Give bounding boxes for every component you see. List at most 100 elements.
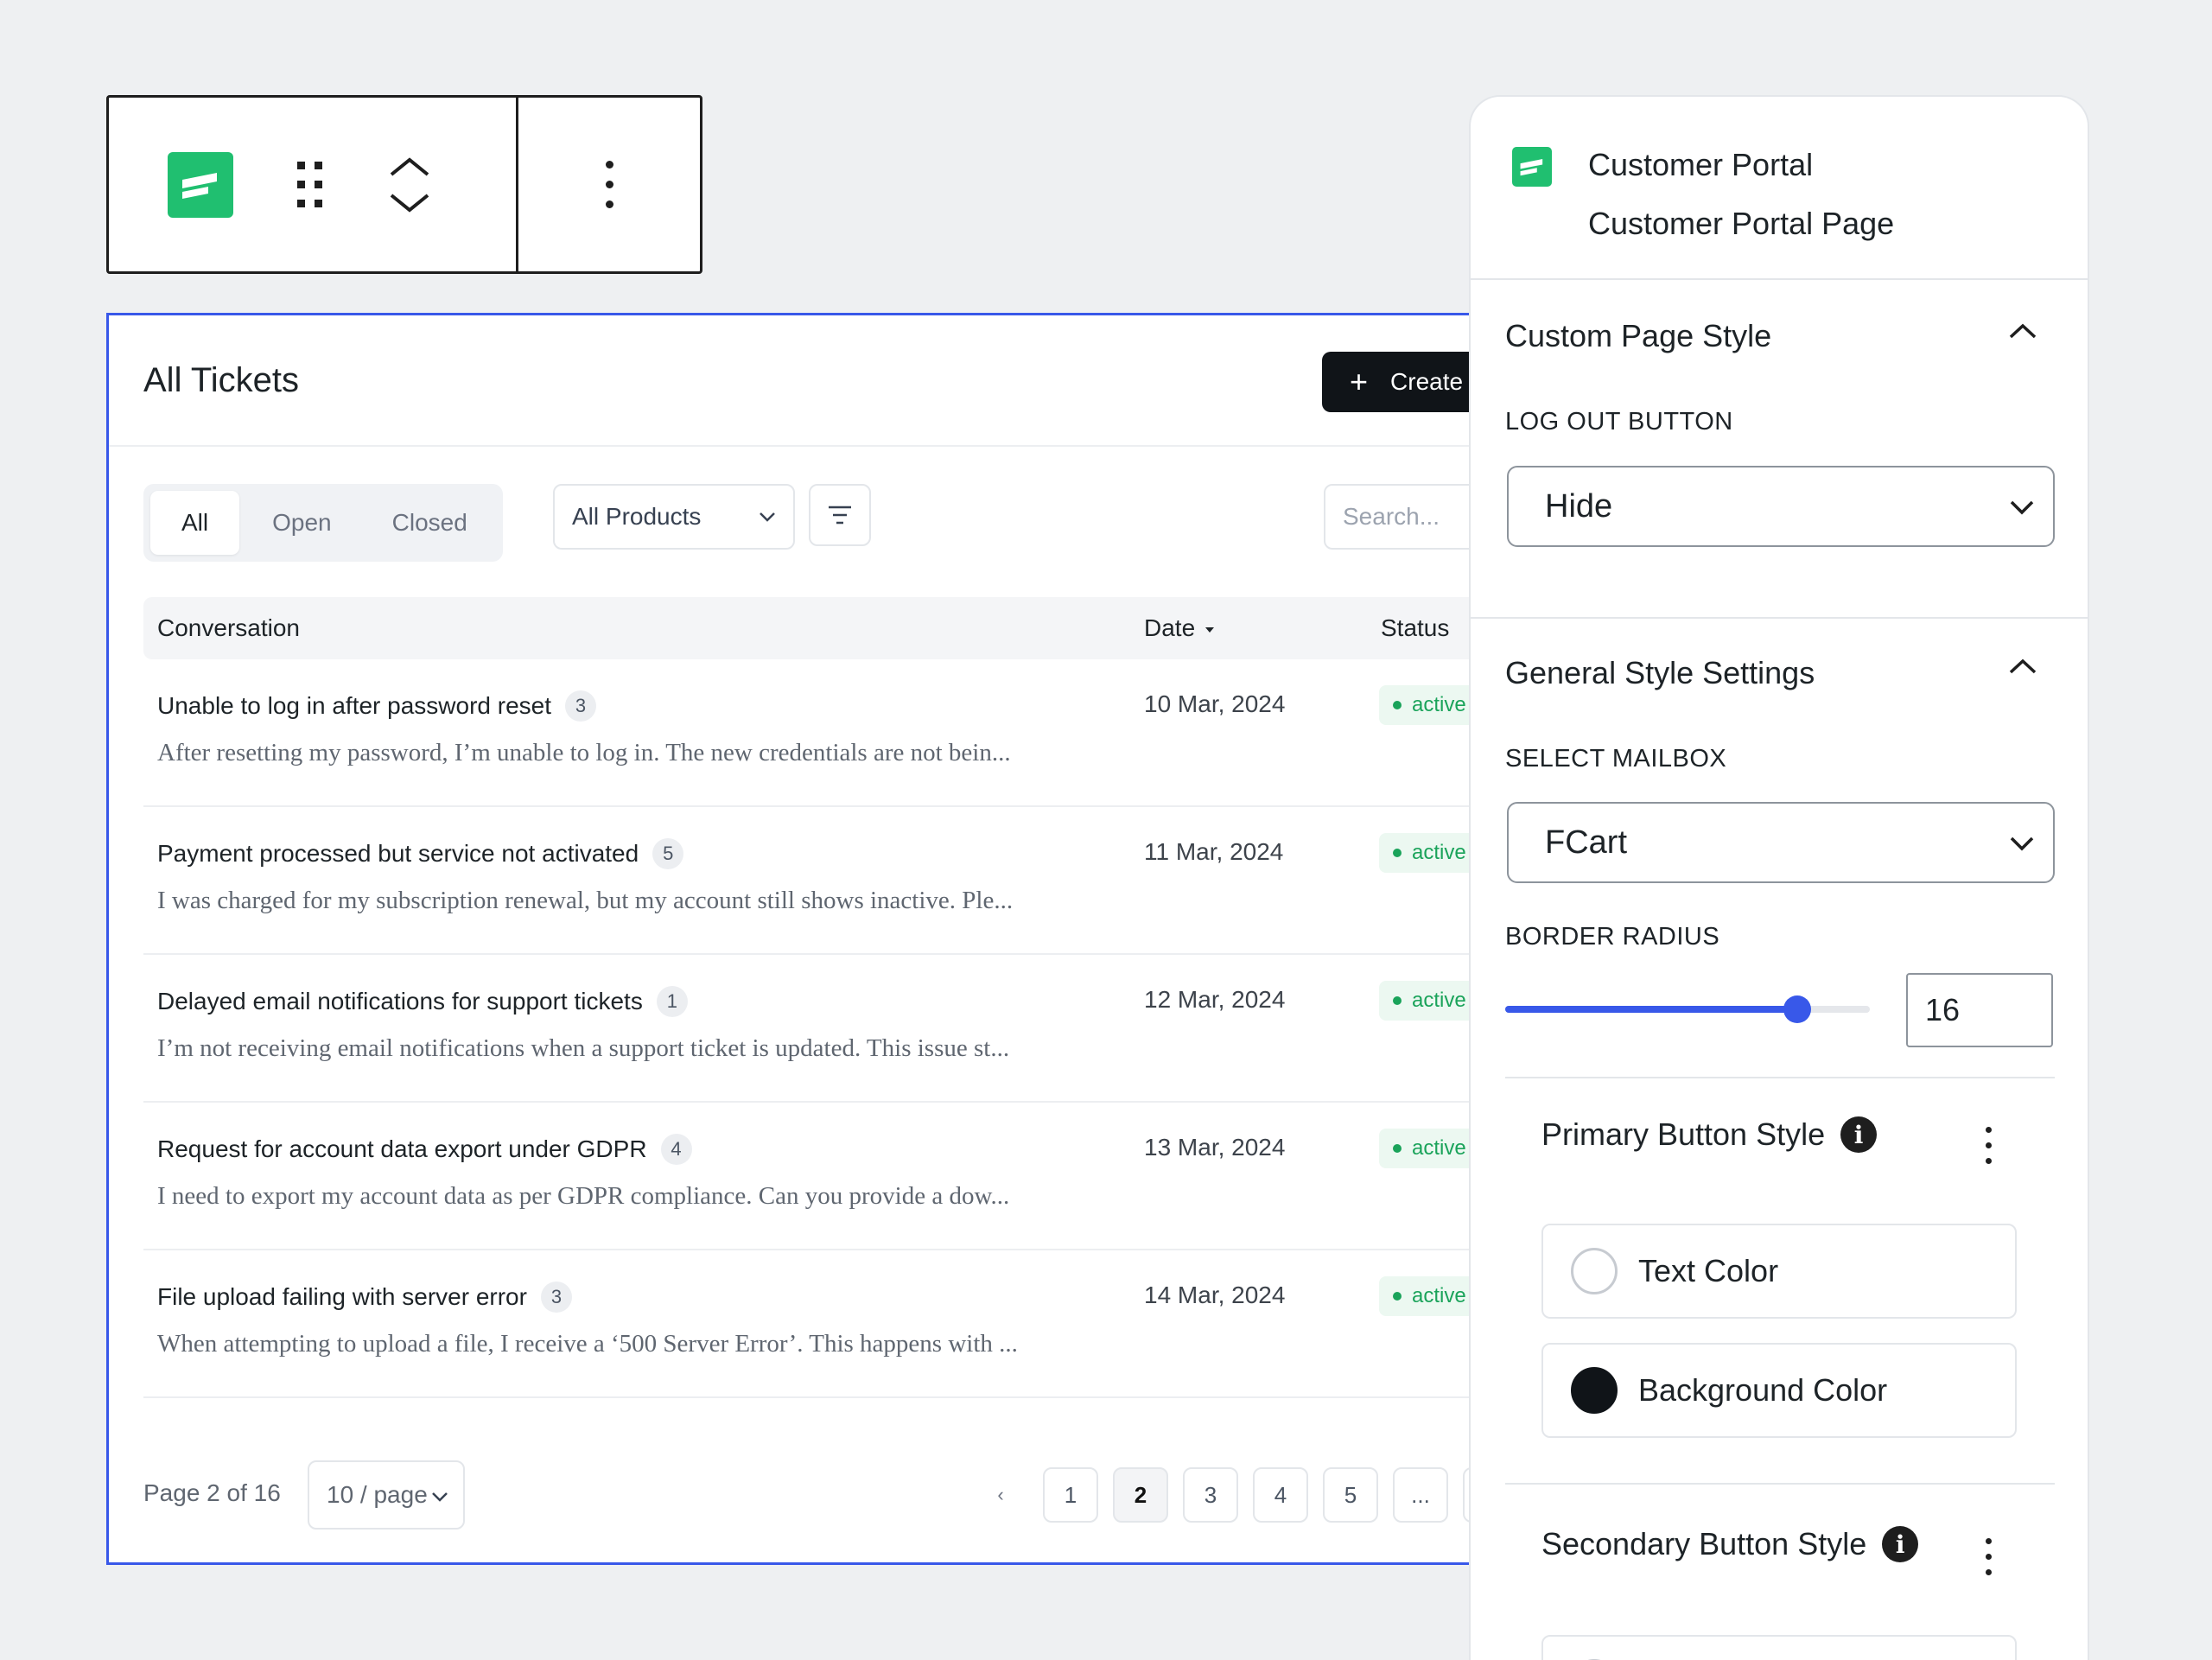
secondary-button-style-title: Secondary Button Style	[1541, 1526, 1867, 1561]
ticket-title[interactable]: File upload failing with server error 3	[157, 1282, 572, 1313]
status-badge: active	[1379, 981, 1469, 1021]
ticket-title-text: Unable to log in after password reset	[157, 692, 552, 719]
create-ticket-button[interactable]: + Create	[1322, 352, 1469, 412]
ticket-excerpt: I’m not receiving email notifications wh…	[157, 1034, 1010, 1062]
panel-general-style: General Style Settings SELECT MAILBOX FC…	[1471, 619, 2088, 1660]
status-label: active	[1412, 841, 1466, 864]
status-tabs: All Open Closed	[143, 484, 503, 562]
info-icon[interactable]: i	[1840, 1116, 1878, 1153]
chevron-up-icon[interactable]	[388, 156, 431, 178]
block-title: Customer Portal	[1588, 147, 1814, 182]
chevron-down-icon	[760, 512, 775, 522]
chevron-down-icon[interactable]	[388, 192, 431, 214]
toolbar-main-group	[109, 98, 518, 271]
status-label: active	[1412, 989, 1466, 1012]
search-input[interactable]: Search...	[1324, 484, 1469, 550]
tab-open[interactable]: Open	[239, 491, 361, 555]
ticket-excerpt: I need to export my account data as per …	[157, 1182, 1010, 1210]
page-button[interactable]: 1	[1043, 1467, 1098, 1523]
status-badge: active	[1379, 685, 1469, 725]
tab-closed[interactable]: Closed	[361, 491, 499, 555]
panel-title[interactable]: General Style Settings	[1505, 655, 1815, 691]
reply-count-badge: 3	[540, 1282, 572, 1313]
pagination-bar: Page 2 of 16 10 / page ‹12345...1	[143, 1460, 1469, 1530]
filter-icon	[829, 506, 851, 525]
background-color-label: Background Color	[1638, 1372, 1888, 1408]
ticket-title[interactable]: Payment processed but service not activa…	[157, 838, 684, 869]
ticket-title[interactable]: Unable to log in after password reset 3	[157, 690, 597, 722]
per-page-value: 10 / page	[327, 1481, 428, 1508]
tickets-header: All Tickets + Create	[109, 315, 1469, 447]
product-select[interactable]: All Products	[553, 484, 795, 550]
page-button[interactable]: 3	[1183, 1467, 1238, 1523]
prev-page-button[interactable]: ‹	[973, 1467, 1028, 1523]
fluent-support-logo-icon[interactable]	[168, 151, 233, 218]
background-color-option[interactable]: Background Color	[1541, 1343, 2017, 1438]
page-button[interactable]: 4	[1253, 1467, 1308, 1523]
panel-title[interactable]: Custom Page Style	[1505, 318, 1771, 354]
logout-button-label: LOG OUT BUTTON	[1505, 408, 1733, 436]
primary-button-style-title: Primary Button Style	[1541, 1116, 1826, 1152]
text-color-swatch	[1571, 1248, 1618, 1294]
border-radius-slider[interactable]	[1505, 995, 1870, 1023]
chevron-up-icon[interactable]	[2008, 657, 2037, 676]
slider-handle[interactable]	[1783, 995, 1811, 1023]
block-toolbar	[106, 95, 702, 274]
column-date[interactable]: Date	[1144, 614, 1215, 642]
text-color-label: Text Color	[1638, 1253, 1779, 1288]
fluent-support-logo-icon	[1512, 147, 1552, 187]
advanced-filter-button[interactable]	[809, 484, 871, 546]
reply-count-badge: 4	[660, 1134, 692, 1165]
filter-bar: All Open Closed All Products Search...	[143, 484, 1469, 562]
table-row[interactable]: File upload failing with server error 3 Wh…	[143, 1250, 1469, 1398]
divider	[1505, 1077, 2055, 1078]
block-subtitle: Customer Portal Page	[1588, 206, 1895, 241]
border-radius-label: BORDER RADIUS	[1505, 923, 1720, 951]
logout-button-select[interactable]: Hide	[1507, 466, 2055, 547]
ticket-title[interactable]: Delayed email notifications for support …	[157, 986, 688, 1017]
column-conversation[interactable]: Conversation	[157, 614, 300, 642]
table-row[interactable]: Request for account data export under GD…	[143, 1103, 1469, 1250]
reply-count-badge: 1	[656, 986, 688, 1017]
status-dot-icon	[1393, 996, 1402, 1005]
primary-button-style-heading: Primary Button Style i	[1541, 1116, 1878, 1153]
column-status[interactable]: Status	[1381, 614, 1449, 642]
more-vertical-icon[interactable]	[1986, 1127, 1992, 1164]
mailbox-select[interactable]: FCart	[1507, 802, 2055, 883]
pagination: ‹12345...1	[973, 1467, 1469, 1523]
mailbox-label: SELECT MAILBOX	[1505, 745, 1727, 773]
ticket-title[interactable]: Request for account data export under GD…	[157, 1134, 692, 1165]
text-color-option[interactable]: Text Color	[1541, 1224, 2017, 1319]
per-page-select[interactable]: 10 / page	[308, 1460, 465, 1530]
table-row[interactable]: Delayed email notifications for support …	[143, 955, 1469, 1103]
info-icon[interactable]: i	[1882, 1526, 1919, 1562]
status-dot-icon	[1393, 701, 1402, 709]
status-badge: active	[1379, 1129, 1469, 1168]
logout-select-value: Hide	[1545, 487, 1613, 525]
border-radius-input[interactable]: 16	[1906, 973, 2053, 1047]
page-button[interactable]: 2	[1113, 1467, 1168, 1523]
tab-all[interactable]: All	[150, 491, 240, 555]
move-controls	[385, 156, 434, 214]
status-badge: active	[1379, 1276, 1469, 1316]
page-button[interactable]: 5	[1323, 1467, 1378, 1523]
table-row[interactable]: Unable to log in after password reset 3 Af…	[143, 659, 1469, 807]
status-badge: active	[1379, 833, 1469, 873]
ticket-date: 14 Mar, 2024	[1144, 1282, 1286, 1308]
chevron-up-icon[interactable]	[2008, 321, 2037, 340]
table-row[interactable]: Payment processed but service not activa…	[143, 807, 1469, 955]
more-options-button[interactable]	[518, 98, 700, 271]
drag-handle-icon[interactable]	[292, 156, 327, 213]
secondary-color-option[interactable]	[1541, 1635, 2017, 1660]
page-ellipsis[interactable]: ...	[1393, 1467, 1448, 1523]
page-info: Page 2 of 16	[143, 1479, 281, 1506]
table-header: Conversation Date Status	[143, 597, 1469, 659]
ticket-date: 13 Mar, 2024	[1144, 1134, 1286, 1161]
ticket-excerpt: After resetting my password, I’m unable …	[157, 739, 1011, 766]
create-button-label: Create	[1390, 368, 1464, 395]
ticket-title-text: Request for account data export under GD…	[157, 1135, 647, 1162]
block-card: Customer Portal Customer Portal Page	[1471, 97, 2088, 280]
mailbox-select-value: FCart	[1545, 824, 1627, 861]
more-vertical-icon[interactable]	[1986, 1538, 1992, 1575]
ticket-excerpt: I was charged for my subscription renewa…	[157, 887, 1014, 914]
